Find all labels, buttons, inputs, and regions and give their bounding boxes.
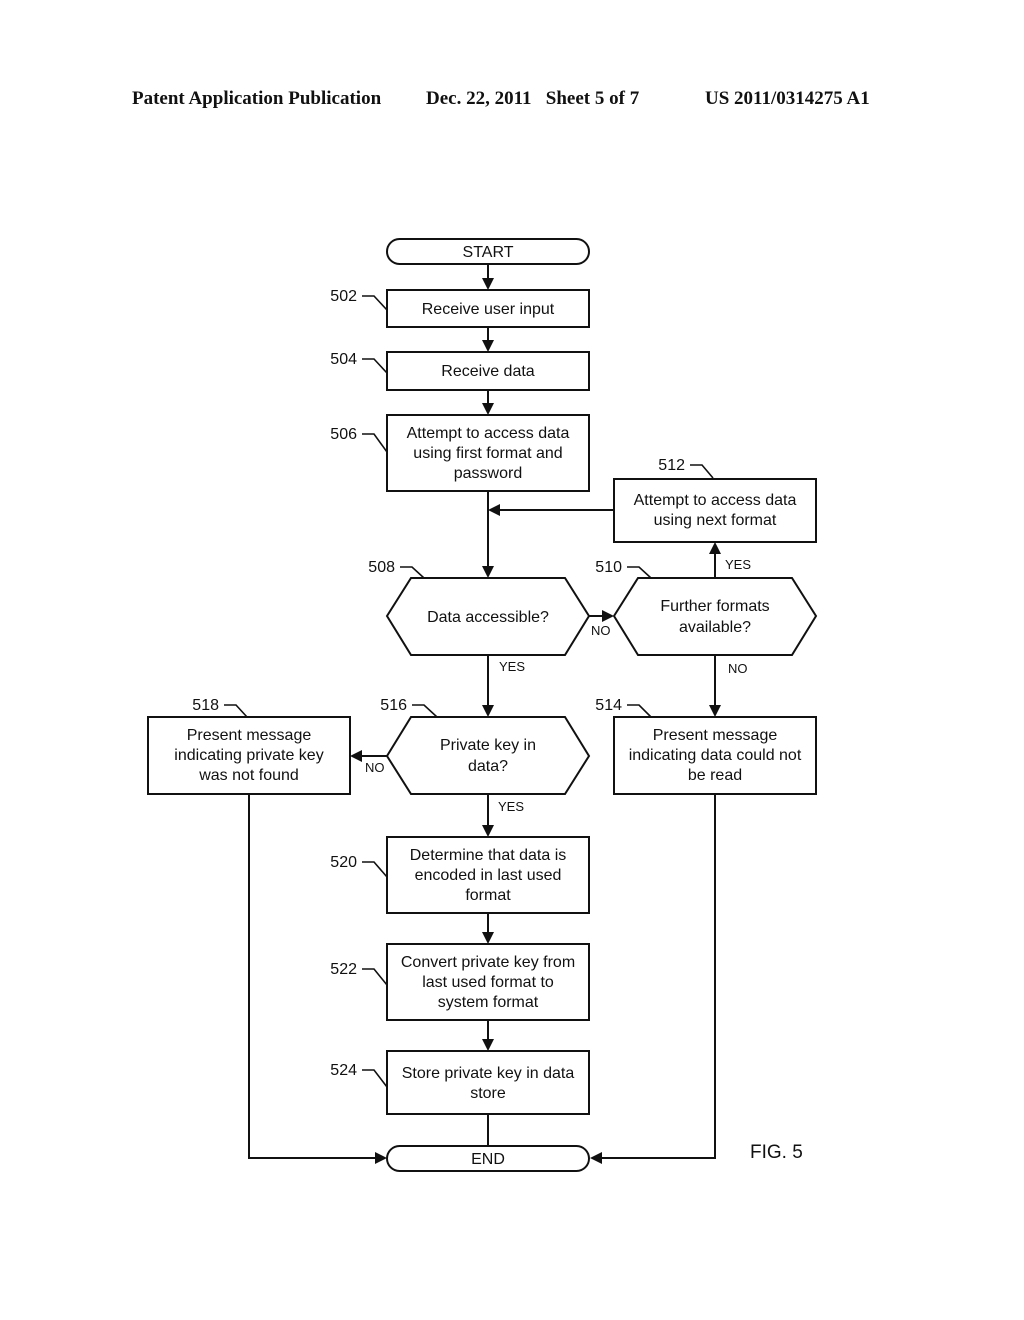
leader-line bbox=[224, 704, 248, 718]
node-text: store bbox=[470, 1085, 506, 1102]
label-516-no: NO bbox=[365, 760, 385, 775]
node-506: Attempt to access data using first forma… bbox=[330, 414, 590, 492]
arrow-head bbox=[482, 705, 494, 717]
arrow-head bbox=[482, 1039, 494, 1051]
ref-number: 518 bbox=[192, 697, 219, 714]
ref-number: 512 bbox=[658, 457, 685, 474]
node-524: Store private key in data store 524 bbox=[330, 1050, 590, 1115]
leader-line bbox=[362, 1069, 388, 1088]
node-text: END bbox=[471, 1151, 505, 1168]
arrow-head bbox=[375, 1152, 387, 1164]
node-522: Convert private key from last used forma… bbox=[330, 943, 590, 1021]
label-510-no: NO bbox=[728, 661, 748, 676]
node-text: Present message bbox=[187, 727, 312, 744]
node-text: system format bbox=[438, 994, 539, 1011]
arrow-head bbox=[482, 932, 494, 944]
ref-number: 514 bbox=[595, 697, 622, 714]
arrow-head bbox=[482, 825, 494, 837]
node-text: START bbox=[463, 244, 514, 261]
label-510-yes: YES bbox=[725, 557, 751, 572]
node-text: was not found bbox=[198, 767, 299, 784]
decision-shape bbox=[612, 577, 818, 656]
connectors bbox=[248, 264, 721, 1164]
node-514: Present message indicating data could no… bbox=[595, 697, 817, 795]
ref-number: 524 bbox=[330, 1062, 357, 1079]
arrow-head bbox=[488, 504, 500, 516]
node-508: Data accessible? 508 bbox=[368, 559, 591, 656]
figure-label: FIG. 5 bbox=[750, 1142, 803, 1163]
arrow-head bbox=[602, 610, 614, 622]
node-text: be read bbox=[688, 767, 742, 784]
edge-518-end bbox=[248, 794, 377, 1159]
node-text: using first format and bbox=[413, 445, 562, 462]
node-504: Receive data 504 bbox=[330, 351, 590, 391]
leader-line bbox=[362, 861, 388, 878]
node-text: Private key in bbox=[440, 737, 536, 754]
ref-number: 520 bbox=[330, 854, 357, 871]
leader-line bbox=[412, 704, 438, 718]
edge-514-end bbox=[600, 794, 716, 1159]
ref-number: 522 bbox=[330, 961, 357, 978]
ref-number: 516 bbox=[380, 697, 407, 714]
decision-shape bbox=[385, 716, 591, 795]
leader-line bbox=[362, 358, 388, 374]
arrow-head bbox=[482, 278, 494, 290]
ref-number: 506 bbox=[330, 426, 357, 443]
node-text: Attempt to access data bbox=[407, 425, 570, 442]
node-text: Further formats bbox=[660, 598, 769, 615]
node-text: encoded in last used bbox=[415, 867, 562, 884]
node-text: using next format bbox=[654, 512, 777, 529]
process-box bbox=[386, 1050, 590, 1115]
leader-line bbox=[690, 464, 714, 479]
node-510: Further formats available? 510 bbox=[595, 559, 818, 656]
node-text: Receive user input bbox=[422, 301, 555, 318]
node-start: START bbox=[386, 238, 590, 265]
arrow-head bbox=[482, 566, 494, 578]
arrow-head bbox=[482, 340, 494, 352]
process-box bbox=[613, 478, 817, 543]
arrow-head bbox=[350, 750, 362, 762]
node-502: Receive user input 502 bbox=[330, 288, 590, 328]
node-518: Present message indicating private key w… bbox=[147, 697, 351, 795]
ref-number: 504 bbox=[330, 351, 357, 368]
leader-line bbox=[627, 566, 652, 579]
ref-number: 502 bbox=[330, 288, 357, 305]
node-text: available? bbox=[679, 619, 751, 636]
node-text: password bbox=[454, 465, 522, 482]
node-text: data? bbox=[468, 758, 508, 775]
ref-number: 510 bbox=[595, 559, 622, 576]
leader-line bbox=[362, 433, 388, 453]
node-520: Determine that data is encoded in last u… bbox=[330, 836, 590, 914]
arrow-head bbox=[709, 542, 721, 554]
label-508-yes: YES bbox=[499, 659, 525, 674]
flowchart: START Receive user input 502 Receive dat… bbox=[147, 238, 818, 1172]
leader-line bbox=[400, 566, 425, 579]
node-512: Attempt to access data using next format… bbox=[613, 457, 817, 543]
node-text: Data accessible? bbox=[427, 609, 549, 626]
node-text: Attempt to access data bbox=[634, 492, 797, 509]
node-text: indicating data could not bbox=[629, 747, 802, 764]
label-516-yes: YES bbox=[498, 799, 524, 814]
node-text: Store private key in data bbox=[402, 1065, 575, 1082]
node-text: Receive data bbox=[441, 363, 534, 380]
node-text: format bbox=[465, 887, 511, 904]
node-text: indicating private key bbox=[174, 747, 323, 764]
node-text: Convert private key from bbox=[401, 954, 575, 971]
label-508-no: NO bbox=[591, 623, 611, 638]
arrow-head bbox=[482, 403, 494, 415]
leader-line bbox=[362, 295, 388, 311]
leader-line bbox=[627, 704, 652, 718]
node-516: Private key in data? 516 bbox=[380, 697, 591, 795]
node-text: Determine that data is bbox=[410, 847, 567, 864]
leader-line bbox=[362, 968, 388, 986]
arrow-head bbox=[590, 1152, 602, 1164]
node-text: Present message bbox=[653, 727, 778, 744]
ref-number: 508 bbox=[368, 559, 395, 576]
node-text: last used format to bbox=[422, 974, 554, 991]
node-end: END bbox=[386, 1145, 590, 1172]
arrow-head bbox=[709, 705, 721, 717]
